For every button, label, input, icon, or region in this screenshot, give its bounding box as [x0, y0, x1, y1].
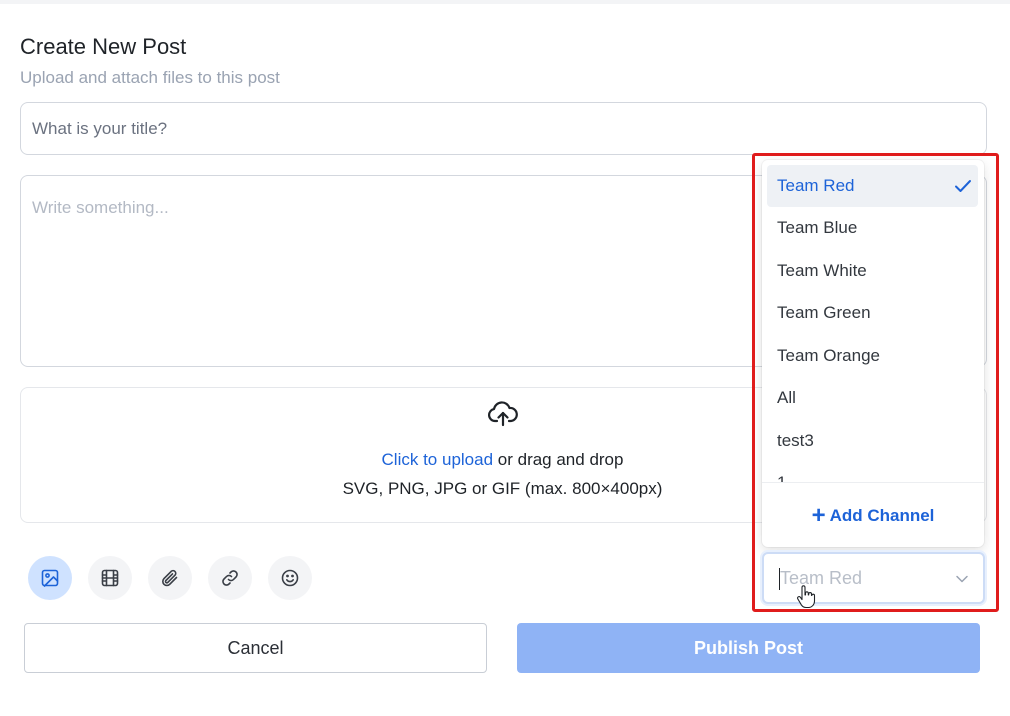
insert-video-button[interactable] [88, 556, 132, 600]
channel-option-label: 1 [777, 473, 786, 482]
channel-option-label: All [777, 388, 796, 407]
channel-option-team-white[interactable]: Team White [767, 250, 978, 292]
page-subtitle: Upload and attach files to this post [20, 68, 280, 87]
page-title: Create New Post [20, 34, 187, 59]
channel-option-label: test3 [777, 431, 814, 450]
link-icon [222, 570, 238, 586]
channel-select-value: Team Red [780, 568, 863, 588]
channel-option-team-green[interactable]: Team Green [767, 292, 978, 334]
plus-icon: + [811, 502, 826, 529]
channel-dropdown-menu: Team Red Team Blue Team White Team Green… [762, 160, 984, 547]
channel-option-label: Team Orange [777, 346, 880, 365]
channel-option-team-red[interactable]: Team Red [767, 165, 978, 207]
channel-option-label: Team Green [777, 303, 871, 322]
channel-option-1[interactable]: 1 [767, 462, 978, 482]
channel-option-all[interactable]: All [767, 377, 978, 419]
chevron-down-icon [956, 575, 968, 583]
top-border [0, 0, 1010, 4]
insert-emoji-button[interactable] [268, 556, 312, 600]
add-channel-label: Add Channel [829, 506, 935, 525]
insert-image-button[interactable] [28, 556, 72, 600]
post-title-input[interactable] [20, 102, 987, 155]
insert-link-button[interactable] [208, 556, 252, 600]
channel-option-team-orange[interactable]: Team Orange [767, 335, 978, 377]
channel-option-team-blue[interactable]: Team Blue [767, 207, 978, 249]
check-icon [955, 180, 971, 192]
upload-drag-text: or drag and drop [493, 450, 624, 469]
channel-option-label: Team Blue [777, 218, 858, 237]
channel-options-list[interactable]: Team Red Team Blue Team White Team Green… [762, 160, 984, 482]
cancel-button[interactable]: Cancel [24, 623, 487, 673]
dropdown-divider [762, 482, 984, 483]
publish-post-button[interactable]: Publish Post [517, 623, 980, 673]
add-channel-button[interactable]: + Add Channel [762, 500, 984, 532]
video-icon [101, 569, 119, 587]
attach-file-button[interactable] [148, 556, 192, 600]
image-icon [41, 569, 59, 587]
click-to-upload-link[interactable]: Click to upload [382, 450, 494, 469]
cloud-upload-icon [488, 401, 518, 427]
emoji-icon [281, 569, 299, 587]
channel-option-label: Team Red [777, 176, 855, 195]
channel-option-test3[interactable]: test3 [767, 420, 978, 462]
channel-option-label: Team White [777, 261, 867, 280]
channel-select[interactable]: Team Red [762, 552, 985, 604]
attachment-icon [162, 569, 178, 587]
